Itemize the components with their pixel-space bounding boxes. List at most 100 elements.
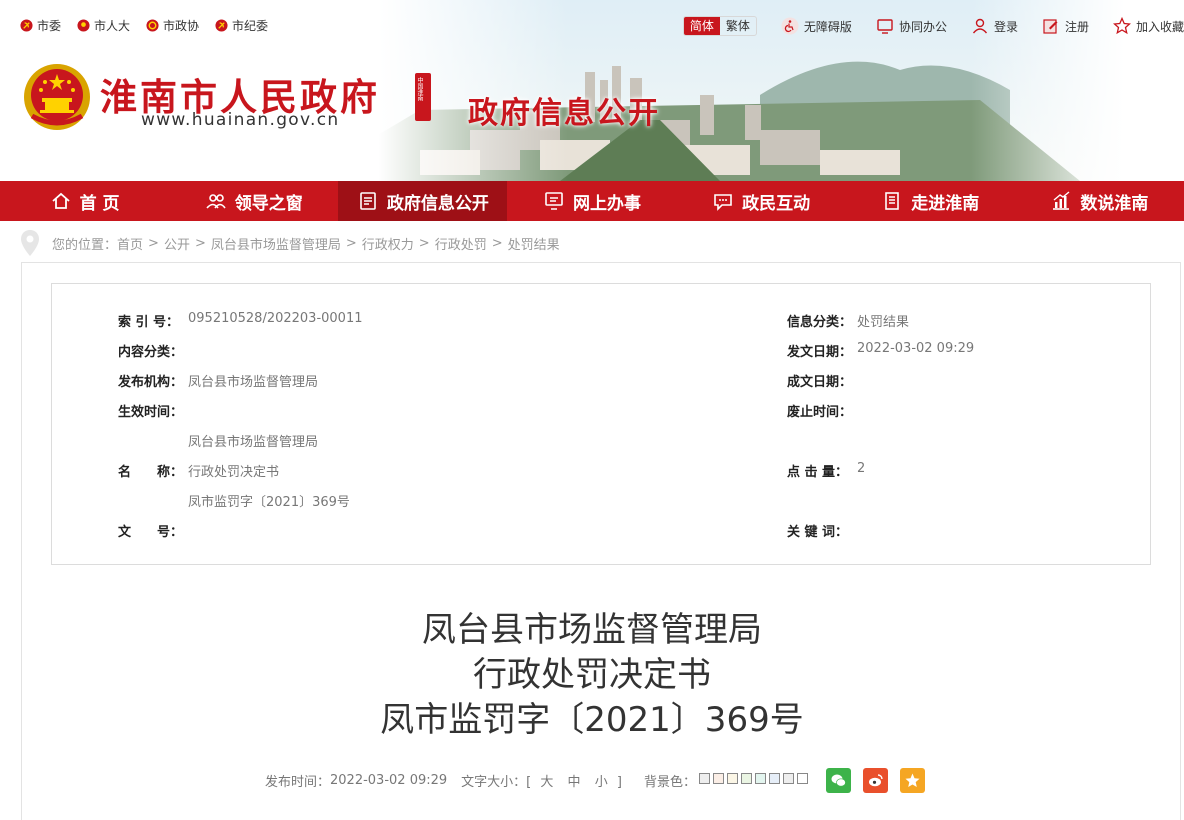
favorite-label: 加入收藏: [1135, 19, 1184, 34]
font-medium-button[interactable]: 中: [568, 775, 581, 790]
top-link-city-congress[interactable]: 市人大: [77, 17, 130, 34]
breadcrumb-separator: >: [194, 235, 206, 251]
font-small-button[interactable]: 小: [595, 775, 608, 790]
meta-category-row: 信息分类： 处罚结果: [787, 311, 909, 330]
meta-name-row: 名 称： 行政处罚决定书: [118, 461, 279, 480]
meta-label: 发布机构：: [118, 375, 184, 390]
monitor-icon: [545, 192, 563, 210]
nav-item-label: 政民互动: [742, 193, 811, 214]
accessibility-label: 无障碍版: [803, 19, 852, 34]
meta-label: 发文日期：: [787, 345, 853, 360]
breadcrumb-admin-power[interactable]: 行政权力: [362, 234, 414, 253]
site-header: 市委 市人大 市政协 市纪委 简体 繁体 无障碍版 协同办公 登录 注册 加入收…: [0, 0, 1184, 181]
top-link-label: 市委: [37, 19, 62, 33]
meta-expire-row: 废止时间：: [787, 401, 857, 420]
seal-text: 中国淮南: [416, 77, 423, 101]
nav-item-gov-info[interactable]: 政府信息公开: [338, 181, 508, 221]
meta-value: 2: [857, 461, 866, 476]
lang-simplified-button[interactable]: 简体: [683, 17, 720, 35]
bg-color-swatch[interactable]: [754, 773, 766, 784]
language-switch: 简体 繁体: [682, 16, 757, 36]
top-link-cppcc[interactable]: 市政协: [146, 17, 199, 34]
nav-item-label: 走进淮南: [911, 193, 980, 214]
login-link[interactable]: 登录: [971, 17, 1018, 35]
document-title-line: 行政处罚决定书: [473, 655, 711, 695]
weibo-icon: [868, 774, 883, 787]
meta-label: 成文日期：: [787, 375, 853, 390]
document-title-line: 凤台县市场监督管理局: [422, 610, 762, 650]
nav-item-label: 网上办事: [572, 193, 641, 214]
share-weibo-button[interactable]: [862, 768, 888, 793]
document-title: 凤台县市场监督管理局 行政处罚决定书 凤市监罚字〔2021〕369号: [0, 608, 1184, 743]
breadcrumb-separator: >: [418, 235, 430, 251]
login-label: 登录: [993, 19, 1018, 34]
register-link[interactable]: 注册: [1042, 17, 1089, 35]
top-link-discipline[interactable]: 市纪委: [215, 17, 268, 34]
meta-label: 关 键 词：: [787, 525, 849, 540]
nav-item-interaction[interactable]: 政民互动: [677, 181, 846, 221]
bg-color-swatch[interactable]: [712, 773, 724, 784]
breadcrumb-separator: >: [148, 235, 159, 251]
document-title-line: 凤市监罚字〔2021〕369号: [380, 700, 804, 740]
lang-traditional-button[interactable]: 繁体: [720, 17, 756, 35]
nav-item-data[interactable]: 数说淮南: [1015, 181, 1184, 221]
meta-docno-row: 文 号：: [118, 521, 188, 540]
office-label: 协同办公: [898, 19, 947, 34]
article-info-bar: 发布时间： 2022-03-02 09:29 文字大小：[ 大 中 小 ] 背景…: [265, 768, 925, 793]
nav-item-leaders[interactable]: 领导之窗: [169, 181, 338, 221]
breadcrumb-home[interactable]: 首页: [117, 234, 143, 253]
meta-label: 索 引 号：: [118, 315, 180, 330]
wheelchair-icon: [781, 17, 799, 35]
breadcrumb-public[interactable]: 公开: [164, 234, 190, 253]
breadcrumb-penalty-results[interactable]: 处罚结果: [508, 234, 560, 253]
meta-label: 点 击 量：: [787, 465, 849, 480]
meta-value: 处罚结果: [857, 315, 910, 330]
breadcrumb-agency[interactable]: 凤台县市场监督管理局: [211, 234, 341, 253]
meta-value: 行政处罚决定书: [188, 465, 280, 480]
metadata-table: 索 引 号： 095210528/202203-00011 内容分类： 发布机构…: [51, 283, 1151, 565]
meta-label: 名 称：: [118, 465, 184, 480]
font-large-button[interactable]: 大: [540, 775, 553, 790]
favorite-link[interactable]: 加入收藏: [1112, 17, 1184, 35]
nav-item-online-services[interactable]: 网上办事: [507, 181, 676, 221]
bg-color-swatch[interactable]: [768, 773, 780, 784]
breadcrumb: 您的位置： 首页 > 公开 > 凤台县市场监督管理局 > 行政权力 > 行政处罚 > 处罚…: [20, 229, 560, 257]
meta-index-row: 索 引 号： 095210528/202203-00011: [118, 311, 363, 330]
bg-color-swatch[interactable]: [740, 773, 752, 784]
meta-content-type-row: 内容分类：: [118, 341, 188, 360]
user-icon: [972, 18, 987, 34]
meta-value: 凤市监罚字〔2021〕369号: [188, 495, 350, 510]
site-url: www.huainan.gov.cn: [141, 110, 340, 130]
meta-effective-row: 生效时间：: [118, 401, 188, 420]
breadcrumb-separator: >: [491, 235, 503, 251]
nav-item-label: 首 页: [79, 193, 120, 214]
chat-icon: [714, 194, 732, 211]
meta-label: 废止时间：: [787, 405, 853, 420]
share-wechat-button[interactable]: [825, 768, 851, 793]
office-link[interactable]: 协同办公: [876, 17, 947, 35]
top-link-city-committee[interactable]: 市委: [20, 17, 61, 34]
main-nav: 首 页 领导之窗 政府信息公开 网上办事 政民互动 走进淮南 数说淮南: [0, 181, 1184, 221]
accessibility-link[interactable]: 无障碍版: [781, 17, 852, 35]
bg-color-swatch[interactable]: [796, 773, 808, 784]
breadcrumb-admin-penalty[interactable]: 行政处罚: [435, 234, 487, 253]
star-icon: [1112, 17, 1131, 35]
breadcrumb-separator: >: [345, 235, 357, 251]
font-size-bracket: ]: [616, 775, 622, 790]
bg-color-swatch[interactable]: [782, 773, 794, 784]
section-title: 政府信息公开: [468, 96, 660, 131]
home-icon: [52, 192, 70, 209]
edit-icon: [1043, 19, 1058, 34]
bar-chart-icon: [1053, 191, 1070, 210]
meta-publish-date-row: 发文日期： 2022-03-02 09:29: [787, 341, 974, 360]
meta-name-line1: 凤台县市场监督管理局: [188, 431, 318, 450]
nav-item-label: 政府信息公开: [386, 193, 489, 214]
share-qzone-button[interactable]: [899, 768, 925, 793]
party-emblem-icon: [20, 19, 33, 32]
qzone-star-icon: [905, 773, 920, 787]
nav-item-about-city[interactable]: 走进淮南: [846, 181, 1015, 221]
bg-color-swatch[interactable]: [726, 773, 738, 784]
meta-label: 文 号：: [118, 525, 184, 540]
nav-item-home[interactable]: 首 页: [0, 181, 169, 221]
bg-color-swatch[interactable]: [698, 773, 710, 784]
